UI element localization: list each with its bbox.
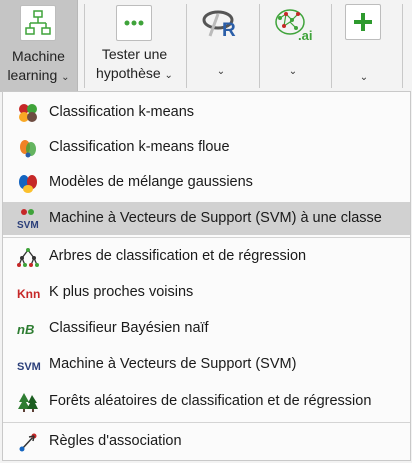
menu-item-label: Modèles de mélange gaussiens bbox=[49, 174, 253, 190]
menu-item-label: K plus proches voisins bbox=[49, 284, 194, 300]
ribbon-divider bbox=[186, 4, 187, 88]
menu-item-label: Machine à Vecteurs de Support (SVM) bbox=[49, 356, 297, 372]
chevron-down-icon: ⌄ bbox=[164, 70, 173, 81]
menu-item-association-rules[interactable]: Règles d'association bbox=[3, 425, 410, 458]
machine-learning-menu: Classification k-means Classification k-… bbox=[2, 91, 411, 461]
fuzzy-kmeans-icon bbox=[17, 137, 39, 159]
ribbon-divider bbox=[331, 4, 332, 88]
menu-item-label: Classification k-means bbox=[49, 104, 195, 120]
ribbon-toolbar: Machine learning ⌄ Tester une hypothèse … bbox=[0, 0, 412, 92]
menu-divider bbox=[3, 237, 410, 238]
menu-item-knn[interactable]: Knn K plus proches voisins bbox=[3, 276, 410, 309]
knn-icon: Knn bbox=[17, 282, 40, 304]
ribbon-divider bbox=[84, 4, 85, 88]
chevron-down-icon: ⌄ bbox=[359, 72, 369, 83]
tester-hypothese-button[interactable]: Tester une hypothèse ⌄ bbox=[86, 0, 183, 92]
menu-item-naive-bayes[interactable]: nB Classifieur Bayésien naïf bbox=[3, 312, 410, 345]
menu-item-svm-one-class[interactable]: SVM Machine à Vecteurs de Support (SVM) … bbox=[3, 202, 410, 235]
naive-bayes-icon: nB bbox=[17, 318, 39, 340]
r-icon: R bbox=[201, 6, 241, 41]
gaussian-mixture-icon bbox=[17, 172, 39, 194]
chevron-down-icon: ⌄ bbox=[61, 72, 70, 83]
menu-item-label: Machine à Vecteurs de Support (SVM) à un… bbox=[49, 210, 382, 226]
chevron-down-icon: ⌄ bbox=[288, 66, 298, 77]
machine-learning-label-line2: learning bbox=[7, 67, 58, 83]
tree-icon bbox=[17, 246, 39, 268]
plus-icon bbox=[345, 4, 381, 40]
svg-text:Knn: Knn bbox=[17, 287, 40, 301]
svg-text:R: R bbox=[222, 20, 236, 40]
menu-item-kmeans[interactable]: Classification k-means bbox=[3, 96, 410, 129]
r-button[interactable]: R ⌄ bbox=[188, 0, 254, 92]
svg-text:nB: nB bbox=[17, 322, 34, 337]
menu-item-label: Forêts aléatoires de classification et d… bbox=[49, 393, 372, 409]
random-forest-icon bbox=[17, 391, 39, 413]
menu-item-random-forest[interactable]: Forêts aléatoires de classification et d… bbox=[3, 385, 410, 418]
network-icon bbox=[20, 5, 56, 41]
tester-label-line2: hypothèse bbox=[96, 65, 161, 81]
svg-text:SVM: SVM bbox=[17, 361, 41, 373]
ai-label: .ai bbox=[298, 28, 313, 43]
menu-item-label: Arbres de classification et de régressio… bbox=[49, 248, 307, 264]
machine-learning-button[interactable]: Machine learning ⌄ bbox=[0, 0, 78, 92]
machine-learning-label-line1: Machine bbox=[12, 48, 65, 64]
ribbon-divider bbox=[402, 4, 403, 88]
dots-icon bbox=[116, 5, 152, 41]
menu-item-label: Classification k-means floue bbox=[49, 139, 230, 155]
svm-one-class-icon: SVM bbox=[17, 208, 39, 231]
menu-divider bbox=[3, 422, 410, 423]
ai-brain-icon: .ai bbox=[272, 4, 316, 46]
association-rules-icon bbox=[17, 431, 39, 453]
menu-item-decision-tree[interactable]: Arbres de classification et de régressio… bbox=[3, 240, 410, 273]
menu-item-label: Classifieur Bayésien naïf bbox=[49, 320, 209, 336]
ai-button[interactable]: .ai ⌄ bbox=[260, 0, 326, 92]
add-button[interactable]: ⌄ bbox=[333, 0, 395, 92]
tester-label-line1: Tester une bbox=[101, 46, 168, 62]
chevron-down-icon: ⌄ bbox=[216, 66, 226, 77]
menu-item-label: Règles d'association bbox=[49, 433, 182, 449]
kmeans-icon bbox=[17, 102, 39, 124]
svm-icon: SVM bbox=[17, 354, 41, 376]
menu-item-gaussian-mixture[interactable]: Modèles de mélange gaussiens bbox=[3, 166, 410, 199]
svg-text:SVM: SVM bbox=[17, 220, 39, 230]
menu-item-svm[interactable]: SVM Machine à Vecteurs de Support (SVM) bbox=[3, 348, 410, 381]
menu-item-fuzzy-kmeans[interactable]: Classification k-means floue bbox=[3, 131, 410, 164]
